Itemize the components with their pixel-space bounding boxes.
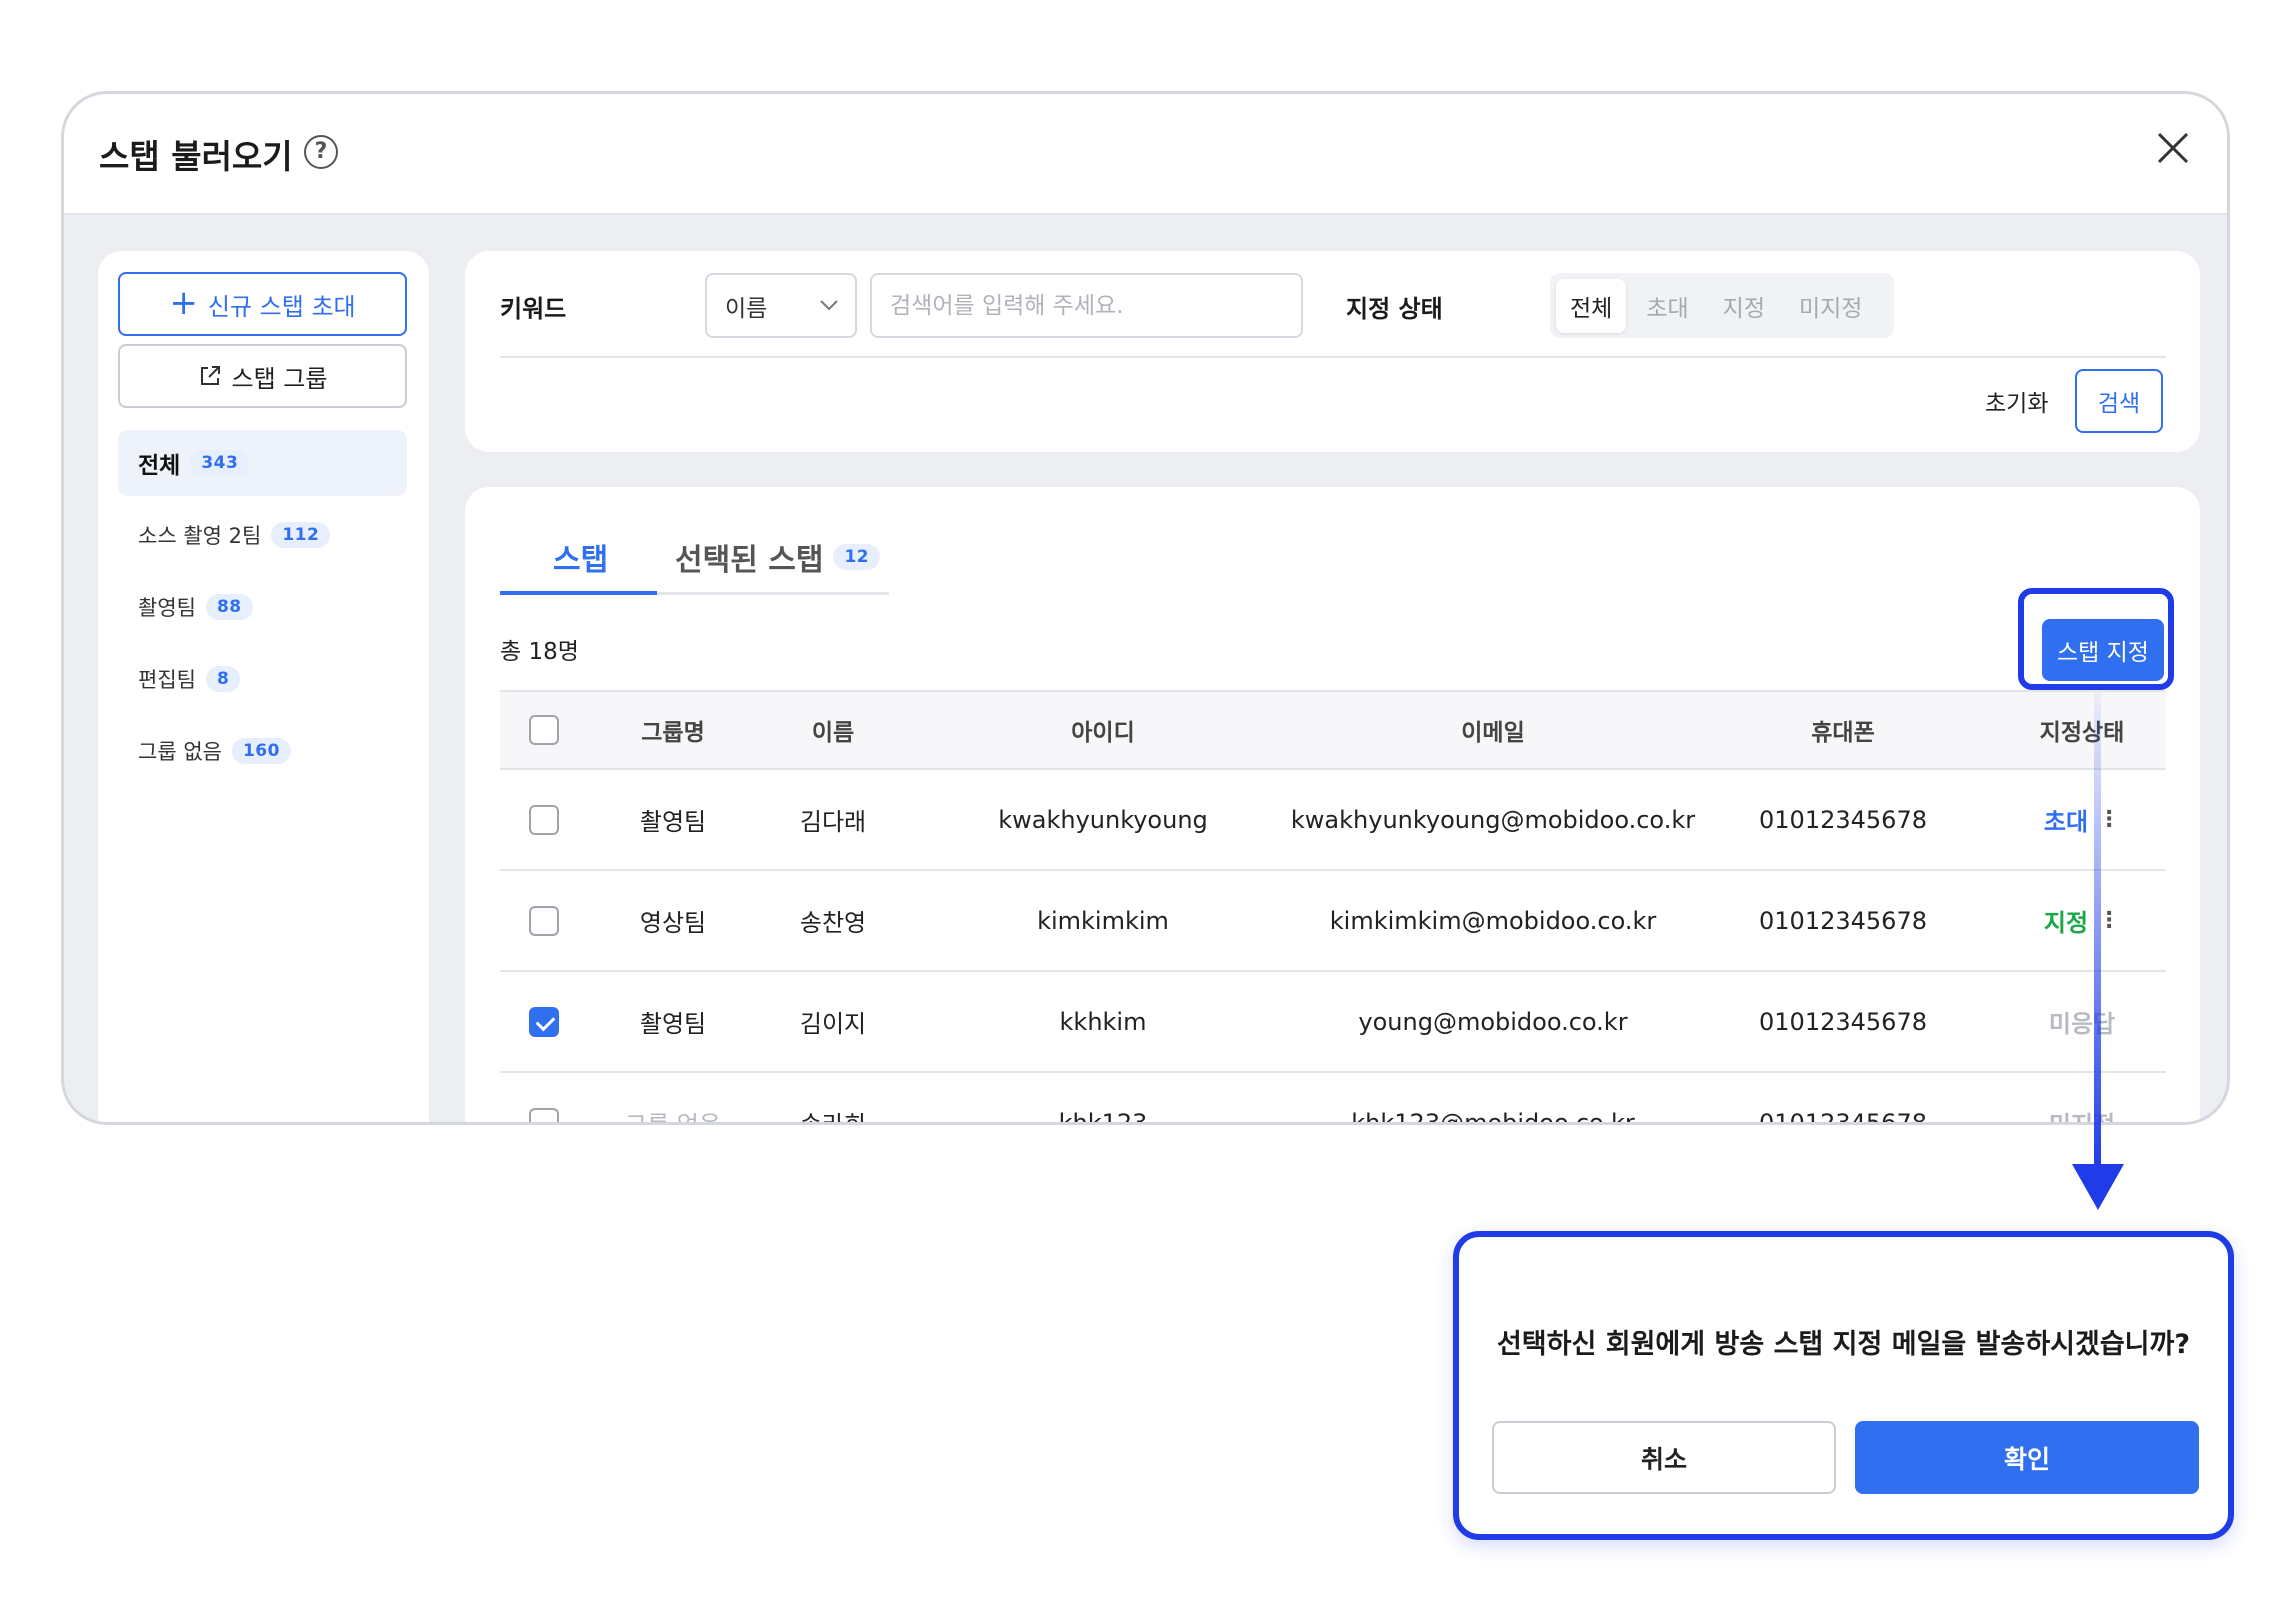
confirm-dialog: 선택하신 회원에게 방송 스탭 지정 메일을 발송하시겠습니까? 취소 확인 bbox=[1453, 1231, 2234, 1540]
cancel-button[interactable]: 취소 bbox=[1492, 1421, 1836, 1494]
confirm-button[interactable]: 확인 bbox=[1855, 1421, 2199, 1494]
confirm-message: 선택하신 회원에게 방송 스탭 지정 메일을 발송하시겠습니까? bbox=[1496, 1329, 2191, 1360]
